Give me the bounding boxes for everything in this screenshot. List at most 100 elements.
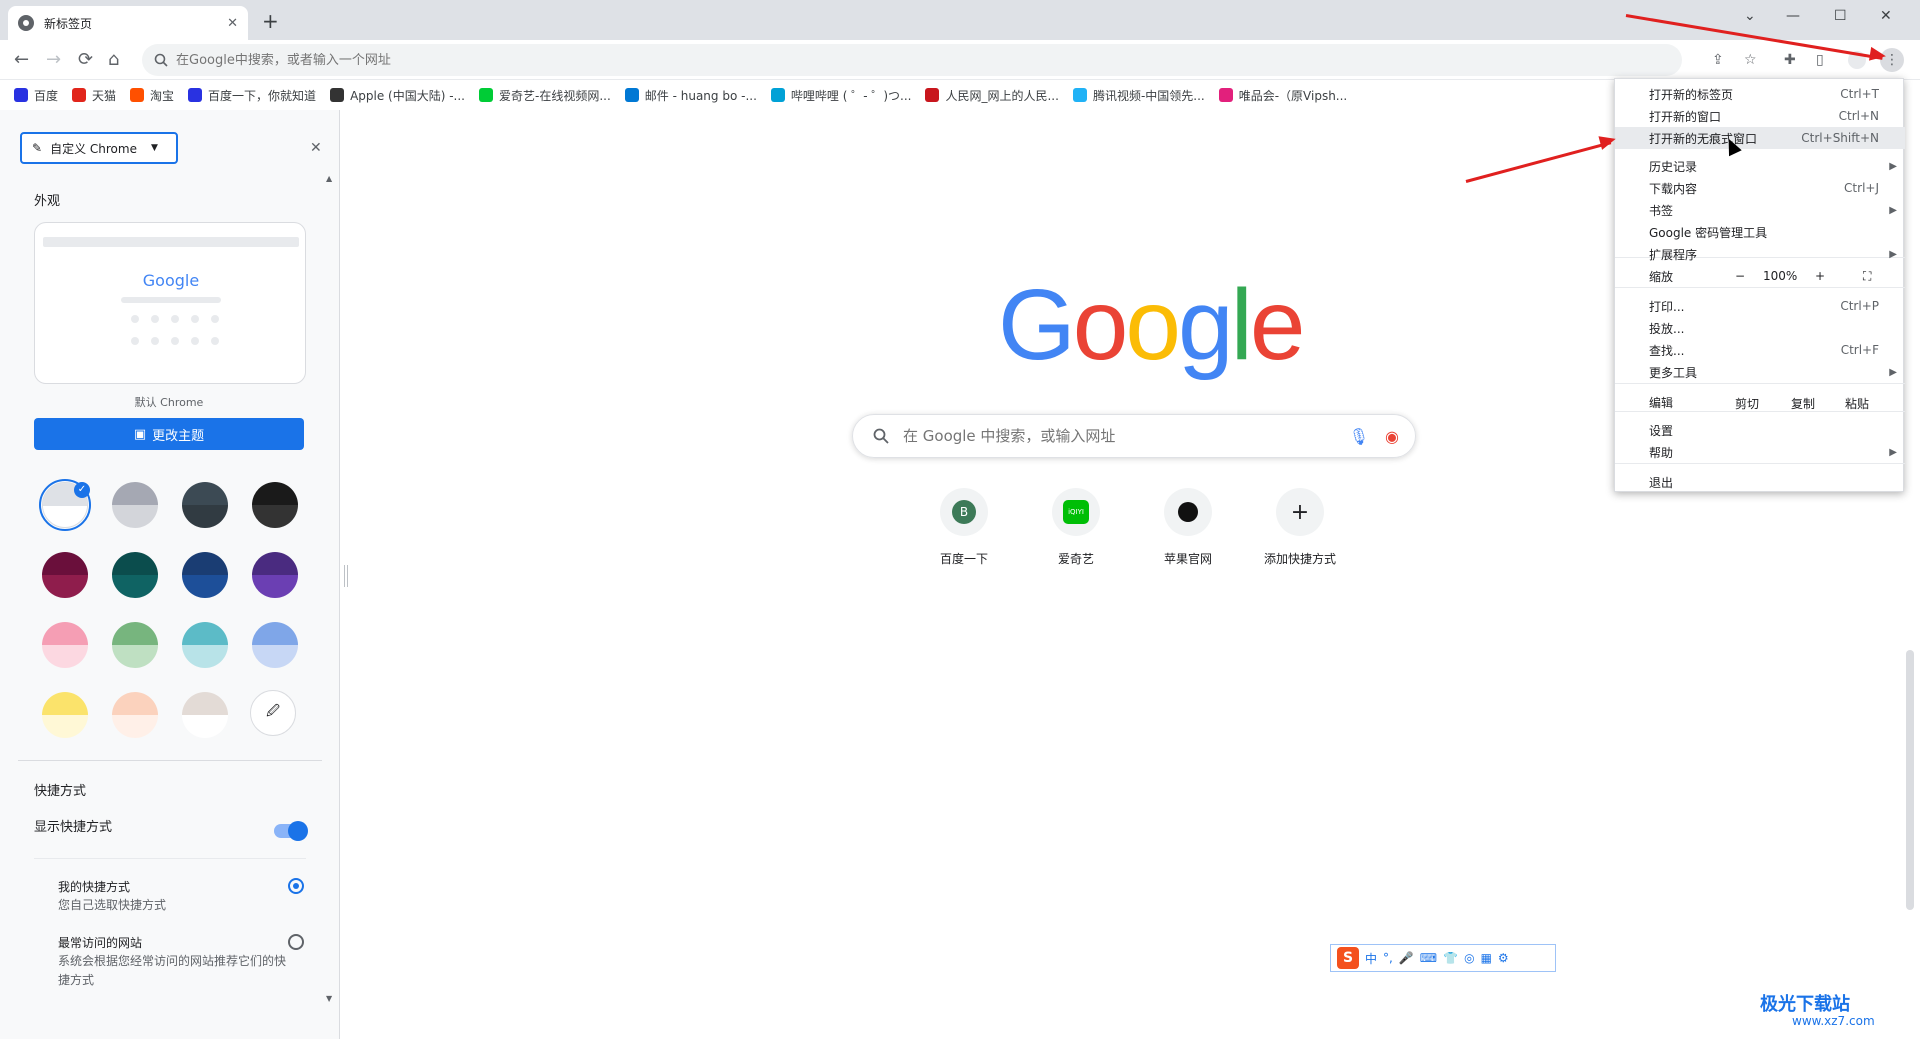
side-panel-icon[interactable]: ▯ bbox=[1816, 52, 1824, 68]
menu-item[interactable]: 打开新的无痕式窗口 Ctrl+Shift+N bbox=[1615, 127, 1905, 149]
menu-item[interactable]: 打印... Ctrl+P bbox=[1615, 295, 1905, 317]
show-shortcuts-toggle[interactable] bbox=[274, 821, 308, 841]
bookmark-favicon-icon bbox=[130, 88, 145, 102]
bookmark-favicon-icon bbox=[72, 88, 87, 102]
copy-button[interactable]: 复制 bbox=[1791, 395, 1815, 412]
ntp-shortcut-tile[interactable]: 苹果官网 bbox=[1132, 488, 1244, 567]
tab-new-tab[interactable]: 新标签页 ✕ bbox=[8, 6, 248, 40]
bookmark-item[interactable]: Apple (中国大陆) -... bbox=[330, 87, 465, 104]
ntp-shortcut-tile[interactable]: B 百度一下 bbox=[908, 488, 1020, 567]
ime-keyboard-icon[interactable]: ⌨ bbox=[1420, 951, 1437, 965]
zoom-in-button[interactable]: + bbox=[1815, 269, 1825, 283]
ime-voice-icon[interactable]: 🎤 bbox=[1399, 951, 1414, 965]
theme-color-swatch[interactable] bbox=[252, 482, 298, 528]
bookmark-item[interactable]: 百度 bbox=[14, 87, 58, 104]
menu-item[interactable]: 打开新的窗口 Ctrl+N bbox=[1615, 105, 1905, 127]
ime-skin-icon[interactable]: 👕 bbox=[1443, 951, 1458, 965]
minimize-button[interactable]: — bbox=[1786, 8, 1800, 24]
ime-punct[interactable]: °, bbox=[1383, 951, 1393, 965]
bookmark-favicon-icon bbox=[14, 88, 28, 102]
microphone-icon[interactable]: 🎙 bbox=[1349, 427, 1369, 446]
theme-color-swatch[interactable] bbox=[182, 692, 228, 738]
ime-toolbar[interactable]: S 中 °, 🎤 ⌨ 👕 ◎ ▦ ⚙ bbox=[1330, 944, 1556, 972]
theme-color-swatch[interactable] bbox=[42, 622, 88, 668]
tab-search-icon[interactable]: ⌄ bbox=[1744, 8, 1756, 24]
new-tab-button[interactable]: + bbox=[262, 11, 279, 31]
forward-icon[interactable]: → bbox=[46, 50, 61, 70]
theme-color-swatch[interactable] bbox=[182, 622, 228, 668]
theme-color-swatch[interactable] bbox=[182, 552, 228, 598]
theme-color-swatch[interactable] bbox=[252, 552, 298, 598]
bookmark-label: 百度 bbox=[34, 88, 59, 103]
menu-item[interactable]: 更多工具 ▶ bbox=[1615, 361, 1905, 383]
change-theme-button[interactable]: ▣ 更改主题 bbox=[34, 418, 304, 450]
most-visited-radio[interactable] bbox=[288, 934, 304, 950]
omnibox[interactable] bbox=[142, 44, 1682, 76]
theme-color-swatch[interactable] bbox=[182, 482, 228, 528]
menu-item[interactable]: 缩放 bbox=[1615, 265, 1905, 287]
menu-item[interactable]: 查找... Ctrl+F bbox=[1615, 339, 1905, 361]
bookmark-star-icon[interactable]: ☆ bbox=[1744, 52, 1757, 68]
reload-icon[interactable]: ⟳ bbox=[78, 50, 93, 70]
extensions-icon[interactable]: ✚ bbox=[1784, 52, 1796, 68]
home-icon[interactable]: ⌂ bbox=[108, 50, 119, 70]
zoom-out-button[interactable]: − bbox=[1735, 269, 1745, 283]
ime-settings-icon[interactable]: ⚙ bbox=[1498, 951, 1509, 965]
page-scrollbar[interactable] bbox=[1906, 650, 1914, 910]
bookmark-item[interactable]: 邮件 - huang bo -... bbox=[624, 87, 757, 104]
omnibox-input[interactable] bbox=[176, 52, 1682, 68]
my-shortcuts-radio[interactable] bbox=[288, 878, 304, 894]
menu-item[interactable]: 退出 bbox=[1615, 471, 1905, 493]
theme-color-swatch[interactable] bbox=[42, 552, 88, 598]
ime-lang[interactable]: 中 bbox=[1365, 950, 1377, 967]
paste-button[interactable]: 粘贴 bbox=[1845, 395, 1869, 412]
menu-item[interactable]: 书签 ▶ bbox=[1615, 199, 1905, 221]
bookmark-item[interactable]: 百度一下，你就知道 bbox=[188, 87, 316, 104]
menu-item[interactable]: Google 密码管理工具 bbox=[1615, 221, 1905, 243]
ntp-search-box[interactable]: 🎙 ◉ bbox=[852, 414, 1416, 458]
theme-color-swatch[interactable] bbox=[112, 692, 158, 738]
ntp-shortcut-tile[interactable]: iQIYI 爱奇艺 bbox=[1020, 488, 1132, 567]
menu-item[interactable]: 投放... bbox=[1615, 317, 1905, 339]
share-icon[interactable]: ⇪ bbox=[1712, 52, 1724, 68]
menu-item[interactable]: 扩展程序 ▶ bbox=[1615, 243, 1905, 265]
annotation-arrow bbox=[1465, 141, 1612, 183]
bookmark-item[interactable]: 爱奇艺-在线视频网... bbox=[479, 87, 611, 104]
bookmark-item[interactable]: 唯品会-（原Vipsh... bbox=[1218, 87, 1347, 104]
bookmark-favicon-icon bbox=[479, 88, 493, 102]
theme-color-swatch[interactable] bbox=[252, 622, 298, 668]
bookmark-item[interactable]: 哔哩哔哩 ( ゜- ゜)つ... bbox=[770, 87, 911, 104]
panel-resize-handle[interactable] bbox=[344, 565, 348, 587]
bookmark-item[interactable]: 天猫 bbox=[72, 87, 116, 104]
cut-button[interactable]: 剪切 bbox=[1735, 395, 1759, 412]
fullscreen-icon[interactable]: ⛶ bbox=[1863, 269, 1871, 284]
side-panel-close-icon[interactable]: ✕ bbox=[310, 140, 322, 156]
tab-close-icon[interactable]: ✕ bbox=[227, 16, 238, 31]
ntp-search-input[interactable] bbox=[903, 427, 1349, 445]
zoom-level: 100% bbox=[1763, 269, 1798, 283]
close-window-button[interactable]: ✕ bbox=[1880, 8, 1892, 24]
ntp-shortcut-tile[interactable]: + 添加快捷方式 bbox=[1244, 488, 1356, 567]
bookmark-item[interactable]: 人民网_网上的人民... bbox=[925, 87, 1059, 104]
theme-color-swatch[interactable] bbox=[112, 622, 158, 668]
bookmark-item[interactable]: 腾讯视频-中国领先... bbox=[1072, 87, 1205, 104]
bookmark-favicon-icon bbox=[770, 88, 785, 102]
menu-item[interactable]: 下载内容 Ctrl+J bbox=[1615, 177, 1905, 199]
back-icon[interactable]: ← bbox=[14, 50, 29, 70]
theme-color-swatch[interactable] bbox=[112, 552, 158, 598]
theme-color-swatch[interactable] bbox=[42, 692, 88, 738]
ime-game-icon[interactable]: ◎ bbox=[1464, 951, 1474, 965]
menu-item[interactable]: 历史记录 ▶ bbox=[1615, 155, 1905, 177]
theme-color-swatch[interactable] bbox=[112, 482, 158, 528]
bookmark-item[interactable]: 淘宝 bbox=[130, 87, 174, 104]
custom-color-picker-icon[interactable]: 🖉 bbox=[250, 690, 296, 736]
menu-item[interactable]: 帮助 ▶ bbox=[1615, 441, 1905, 463]
google-lens-icon[interactable]: ◉ bbox=[1385, 427, 1399, 446]
menu-item[interactable]: 设置 bbox=[1615, 419, 1905, 441]
customize-chrome-dropdown[interactable]: ✎ 自定义 Chrome ▼ bbox=[20, 132, 178, 164]
maximize-button[interactable]: ☐ bbox=[1834, 8, 1847, 24]
menu-item[interactable]: 打开新的标签页 Ctrl+T bbox=[1615, 83, 1905, 105]
bookmark-label: 天猫 bbox=[92, 88, 117, 103]
side-panel-scrollbar[interactable]: ▲ ▼ bbox=[324, 174, 334, 1004]
ime-apps-icon[interactable]: ▦ bbox=[1481, 951, 1492, 965]
